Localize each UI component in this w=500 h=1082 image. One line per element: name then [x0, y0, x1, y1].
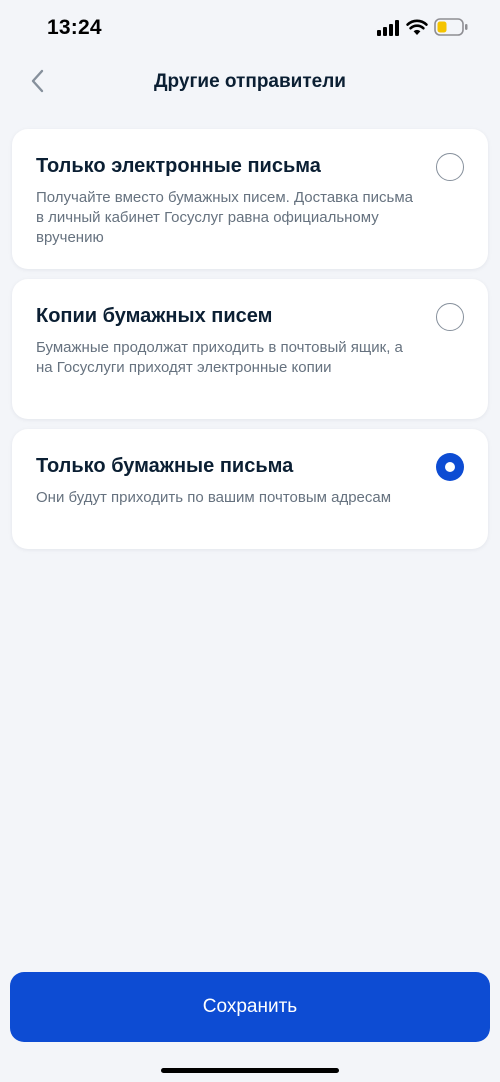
option-title: Только бумажные письма — [36, 455, 294, 477]
status-time: 13:24 — [47, 16, 102, 39]
option-title: Копии бумажных писем — [36, 305, 273, 327]
radio-paper-copies[interactable] — [436, 303, 464, 331]
screen: 13:24 Другие отправители Только электрон… — [0, 0, 500, 1082]
option-electronic-only[interactable]: Только электронные письма Получайте вмес… — [12, 129, 488, 269]
option-paper-copies[interactable]: Копии бумажных писем Бумажные продолжат … — [12, 279, 488, 419]
battery-icon — [434, 18, 468, 36]
save-button[interactable]: Сохранить — [10, 972, 490, 1042]
nav-header: Другие отправители — [0, 58, 500, 104]
wifi-icon — [406, 19, 428, 35]
option-paper-only[interactable]: Только бумажные письма Они будут приходи… — [12, 429, 488, 549]
option-title: Только электронные письма — [36, 155, 321, 177]
radio-paper-only[interactable] — [436, 453, 464, 481]
page-title: Другие отправители — [154, 71, 346, 92]
cellular-signal-icon — [377, 20, 399, 36]
delivery-options-list: Только электронные письма Получайте вмес… — [12, 129, 488, 559]
radio-electronic-only[interactable] — [436, 153, 464, 181]
home-indicator — [161, 1068, 339, 1073]
option-description: Бумажные продолжат приходить в почтовый … — [36, 339, 403, 376]
status-bar: 13:24 — [0, 0, 500, 56]
option-description: Они будут приходить по вашим почтовым ад… — [36, 489, 392, 506]
option-description: Получайте вместо бумажных писем. Доставк… — [36, 189, 414, 246]
